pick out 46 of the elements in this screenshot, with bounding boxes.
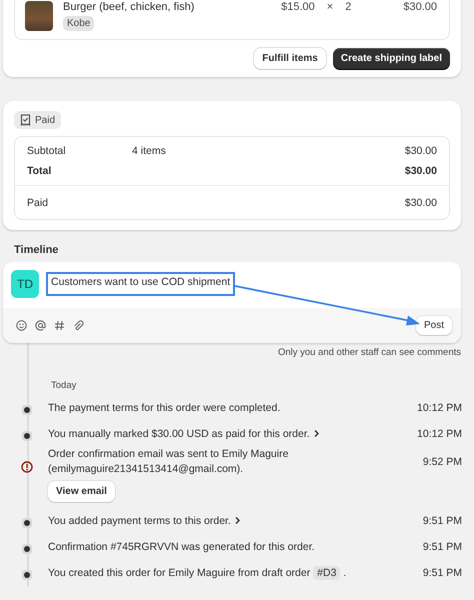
event-time: 10:12 PM: [416, 428, 462, 440]
receipt-check-icon: [20, 114, 31, 126]
alert-icon: [21, 461, 33, 473]
order-tag[interactable]: #D3: [313, 566, 340, 580]
mention-icon[interactable]: [35, 320, 46, 331]
event-time: 10:12 PM: [416, 402, 462, 414]
day-label: Today: [50, 379, 78, 393]
paperclip-icon[interactable]: [73, 320, 84, 331]
product-title[interactable]: Burger (beef, chicken, fish): [63, 1, 272, 13]
summary-amount: $30.00: [404, 165, 437, 177]
event-text: You created this order for Emily Maguire from draft order: [48, 566, 310, 578]
event-text: The payment terms for this order were completed.: [48, 402, 280, 414]
summary-label: Total: [27, 165, 52, 177]
fulfill-items-button[interactable]: Fulfill items: [254, 48, 326, 69]
summary-label: Paid: [27, 197, 50, 209]
emoji-icon[interactable]: [16, 320, 27, 331]
payment-status-badge: Paid: [14, 111, 62, 129]
event-text: Confirmation #745RGRVVN was generated for this order.: [48, 540, 315, 552]
event-text: You manually marked $30.00 USD as paid for this order.: [48, 428, 310, 440]
summary-label: Subtotal: [27, 145, 67, 157]
hashtag-icon[interactable]: [54, 320, 65, 331]
event-text: .: [343, 566, 346, 578]
event-text: Order confirmation email was sent to Emily Maguire (emilymaguire21341513414@gmail.com).: [48, 448, 288, 475]
event-time: 9:51 PM: [422, 515, 462, 527]
event-text: You added payment terms to this order.: [48, 514, 231, 526]
staff-note: Only you and other staff can see comments: [276, 346, 462, 358]
quantity: 2: [345, 1, 352, 13]
summary-amount: $30.00: [404, 145, 437, 157]
view-email-button[interactable]: View email: [48, 481, 115, 502]
variant-tag: Kobe: [63, 16, 94, 31]
section-title: Timeline: [14, 244, 60, 256]
summary-detail: 4 items: [132, 145, 167, 157]
event-time: 9:52 PM: [422, 456, 462, 468]
post-button[interactable]: Post: [416, 316, 452, 335]
line-total: $30.00: [403, 1, 437, 13]
chevron-right-icon[interactable]: [234, 516, 241, 526]
summary-amount: $30.00: [404, 197, 437, 209]
event-time: 9:51 PM: [422, 541, 462, 553]
photo-placeholder: [25, 1, 53, 31]
comment-field[interactable]: Customers want to use COD shipment: [46, 272, 236, 296]
chevron-right-icon[interactable]: [312, 429, 320, 438]
create-shipping-label-button[interactable]: Create shipping label: [332, 48, 450, 69]
event-time: 9:51 PM: [422, 567, 462, 579]
multiply-sign: ×: [326, 1, 334, 13]
unit-price: $15.00: [281, 1, 315, 13]
avatar: TD: [11, 270, 39, 298]
